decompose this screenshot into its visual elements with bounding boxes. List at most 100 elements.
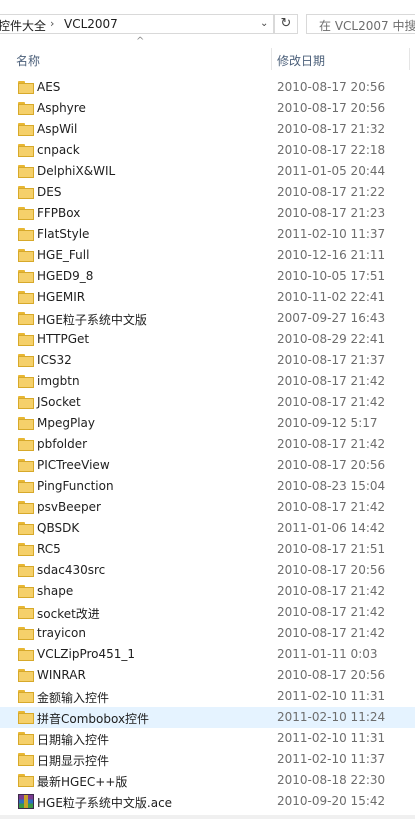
file-name: VCLZipPro451_1 bbox=[37, 647, 136, 661]
file-name: JSocket bbox=[37, 395, 81, 409]
file-row[interactable]: 最新HGEC++版 2010-08-18 22:30 bbox=[0, 770, 415, 791]
folder-icon bbox=[18, 564, 34, 577]
file-row[interactable]: AES 2010-08-17 20:56 bbox=[0, 77, 415, 98]
file-row[interactable]: WINRAR 2010-08-17 20:56 bbox=[0, 665, 415, 686]
file-name: HTTPGet bbox=[37, 332, 90, 346]
file-row[interactable]: HGE_Full 2010-12-16 21:11 bbox=[0, 245, 415, 266]
file-row[interactable]: 日期输入控件 2011-02-10 11:31 bbox=[0, 728, 415, 749]
file-name: AspWil bbox=[37, 122, 78, 136]
breadcrumb-separator-icon[interactable]: › bbox=[50, 17, 54, 30]
folder-icon bbox=[18, 585, 34, 598]
file-modified-date: 2010-08-17 21:42 bbox=[277, 626, 386, 640]
file-modified-date: 2010-08-17 20:56 bbox=[277, 80, 386, 94]
folder-icon bbox=[18, 186, 34, 199]
file-name: RC5 bbox=[37, 542, 61, 556]
file-row[interactable]: PICTreeView 2010-08-17 20:56 bbox=[0, 455, 415, 476]
file-row[interactable]: trayicon 2010-08-17 21:42 bbox=[0, 623, 415, 644]
folder-icon bbox=[18, 228, 34, 241]
horizontal-scrollbar[interactable] bbox=[0, 815, 415, 819]
folder-icon bbox=[18, 711, 34, 724]
file-modified-date: 2011-02-10 11:31 bbox=[277, 731, 386, 745]
file-row[interactable]: FFPBox 2010-08-17 21:23 bbox=[0, 203, 415, 224]
file-modified-date: 2010-08-17 21:42 bbox=[277, 395, 386, 409]
file-row[interactable]: shape 2010-08-17 21:42 bbox=[0, 581, 415, 602]
file-row[interactable]: socket改进 2010-08-17 21:42 bbox=[0, 602, 415, 623]
folder-icon bbox=[18, 396, 34, 409]
file-name: socket改进 bbox=[37, 607, 100, 621]
file-row[interactable]: JSocket 2010-08-17 21:42 bbox=[0, 392, 415, 413]
column-divider[interactable] bbox=[409, 48, 410, 70]
search-input[interactable]: 在 VCL2007 中搜索 bbox=[306, 14, 415, 34]
file-name: 日期显示控件 bbox=[37, 754, 110, 768]
refresh-button[interactable]: ↻ bbox=[274, 14, 298, 34]
file-modified-date: 2010-09-20 15:42 bbox=[277, 794, 386, 808]
folder-icon bbox=[18, 291, 34, 304]
file-row[interactable]: 拼音Combobox控件 2011-02-10 11:24 bbox=[0, 707, 415, 728]
folder-icon bbox=[18, 417, 34, 430]
file-row[interactable]: Asphyre 2010-08-17 20:56 bbox=[0, 98, 415, 119]
file-row[interactable]: cnpack 2010-08-17 22:18 bbox=[0, 140, 415, 161]
folder-icon bbox=[18, 81, 34, 94]
folder-icon bbox=[18, 522, 34, 535]
folder-icon bbox=[18, 732, 34, 745]
file-row[interactable]: imgbtn 2010-08-17 21:42 bbox=[0, 371, 415, 392]
file-row[interactable]: QBSDK 2011-01-06 14:42 bbox=[0, 518, 415, 539]
folder-icon bbox=[18, 543, 34, 556]
file-row[interactable]: pbfolder 2010-08-17 21:42 bbox=[0, 434, 415, 455]
file-modified-date: 2010-08-17 21:42 bbox=[277, 584, 386, 598]
file-name: HGE粒子系统中文版 bbox=[37, 313, 147, 327]
folder-icon bbox=[18, 753, 34, 766]
file-name: DES bbox=[37, 185, 62, 199]
file-row[interactable]: HTTPGet 2010-08-29 22:41 bbox=[0, 329, 415, 350]
folder-icon bbox=[18, 669, 34, 682]
file-modified-date: 2010-08-17 20:56 bbox=[277, 101, 386, 115]
file-name: ICS32 bbox=[37, 353, 72, 367]
file-row[interactable]: HGEMIR 2010-11-02 22:41 bbox=[0, 287, 415, 308]
file-name: Asphyre bbox=[37, 101, 86, 115]
column-header-name[interactable]: 名称 bbox=[16, 52, 40, 69]
file-row[interactable]: HGE粒子系统中文版.ace 2010-09-20 15:42 bbox=[0, 791, 415, 812]
file-name: HGE_Full bbox=[37, 248, 90, 262]
file-row[interactable]: sdac430src 2010-08-17 20:56 bbox=[0, 560, 415, 581]
file-name: sdac430src bbox=[37, 563, 106, 577]
file-name: MpegPlay bbox=[37, 416, 95, 430]
file-row[interactable]: psvBeeper 2010-08-17 21:42 bbox=[0, 497, 415, 518]
file-row[interactable]: DelphiX&WIL 2011-01-05 20:44 bbox=[0, 161, 415, 182]
column-divider[interactable] bbox=[271, 48, 272, 70]
file-row[interactable]: ICS32 2010-08-17 21:37 bbox=[0, 350, 415, 371]
address-bar[interactable]: 控件大全 › VCL2007 ⌄ bbox=[0, 14, 274, 34]
file-modified-date: 2010-08-17 21:42 bbox=[277, 605, 386, 619]
file-row[interactable]: 金额输入控件 2011-02-10 11:31 bbox=[0, 686, 415, 707]
breadcrumb-current[interactable]: VCL2007 bbox=[64, 17, 118, 31]
file-row[interactable]: MpegPlay 2010-09-12 5:17 bbox=[0, 413, 415, 434]
file-name: PICTreeView bbox=[37, 458, 110, 472]
folder-icon bbox=[18, 480, 34, 493]
file-modified-date: 2010-08-18 22:30 bbox=[277, 773, 386, 787]
address-dropdown-icon[interactable]: ⌄ bbox=[260, 18, 268, 29]
folder-icon bbox=[18, 312, 34, 325]
folder-icon bbox=[18, 144, 34, 157]
file-row[interactable]: PingFunction 2010-08-23 15:04 bbox=[0, 476, 415, 497]
folder-icon bbox=[18, 501, 34, 514]
winrar-archive-icon bbox=[18, 794, 34, 809]
file-modified-date: 2011-01-11 0:03 bbox=[277, 647, 378, 661]
file-row[interactable]: VCLZipPro451_1 2011-01-11 0:03 bbox=[0, 644, 415, 665]
file-row[interactable]: RC5 2010-08-17 21:51 bbox=[0, 539, 415, 560]
column-header-date[interactable]: 修改日期 bbox=[277, 52, 325, 69]
file-row[interactable]: HGE粒子系统中文版 2007-09-27 16:43 bbox=[0, 308, 415, 329]
file-name: FFPBox bbox=[37, 206, 81, 220]
file-name: 拼音Combobox控件 bbox=[37, 712, 150, 726]
file-row[interactable]: DES 2010-08-17 21:22 bbox=[0, 182, 415, 203]
file-row[interactable]: 日期显示控件 2011-02-10 11:37 bbox=[0, 749, 415, 770]
folder-icon bbox=[18, 690, 34, 703]
file-name: shape bbox=[37, 584, 74, 598]
file-row[interactable]: FlatStyle 2011-02-10 11:37 bbox=[0, 224, 415, 245]
refresh-icon: ↻ bbox=[280, 16, 292, 31]
file-name: PingFunction bbox=[37, 479, 114, 493]
file-row[interactable]: HGED9_8 2010-10-05 17:51 bbox=[0, 266, 415, 287]
file-modified-date: 2010-10-05 17:51 bbox=[277, 269, 386, 283]
file-row[interactable]: AspWil 2010-08-17 21:32 bbox=[0, 119, 415, 140]
file-modified-date: 2011-01-06 14:42 bbox=[277, 521, 386, 535]
breadcrumb-parent[interactable]: 控件大全 bbox=[0, 17, 46, 34]
folder-icon bbox=[18, 459, 34, 472]
